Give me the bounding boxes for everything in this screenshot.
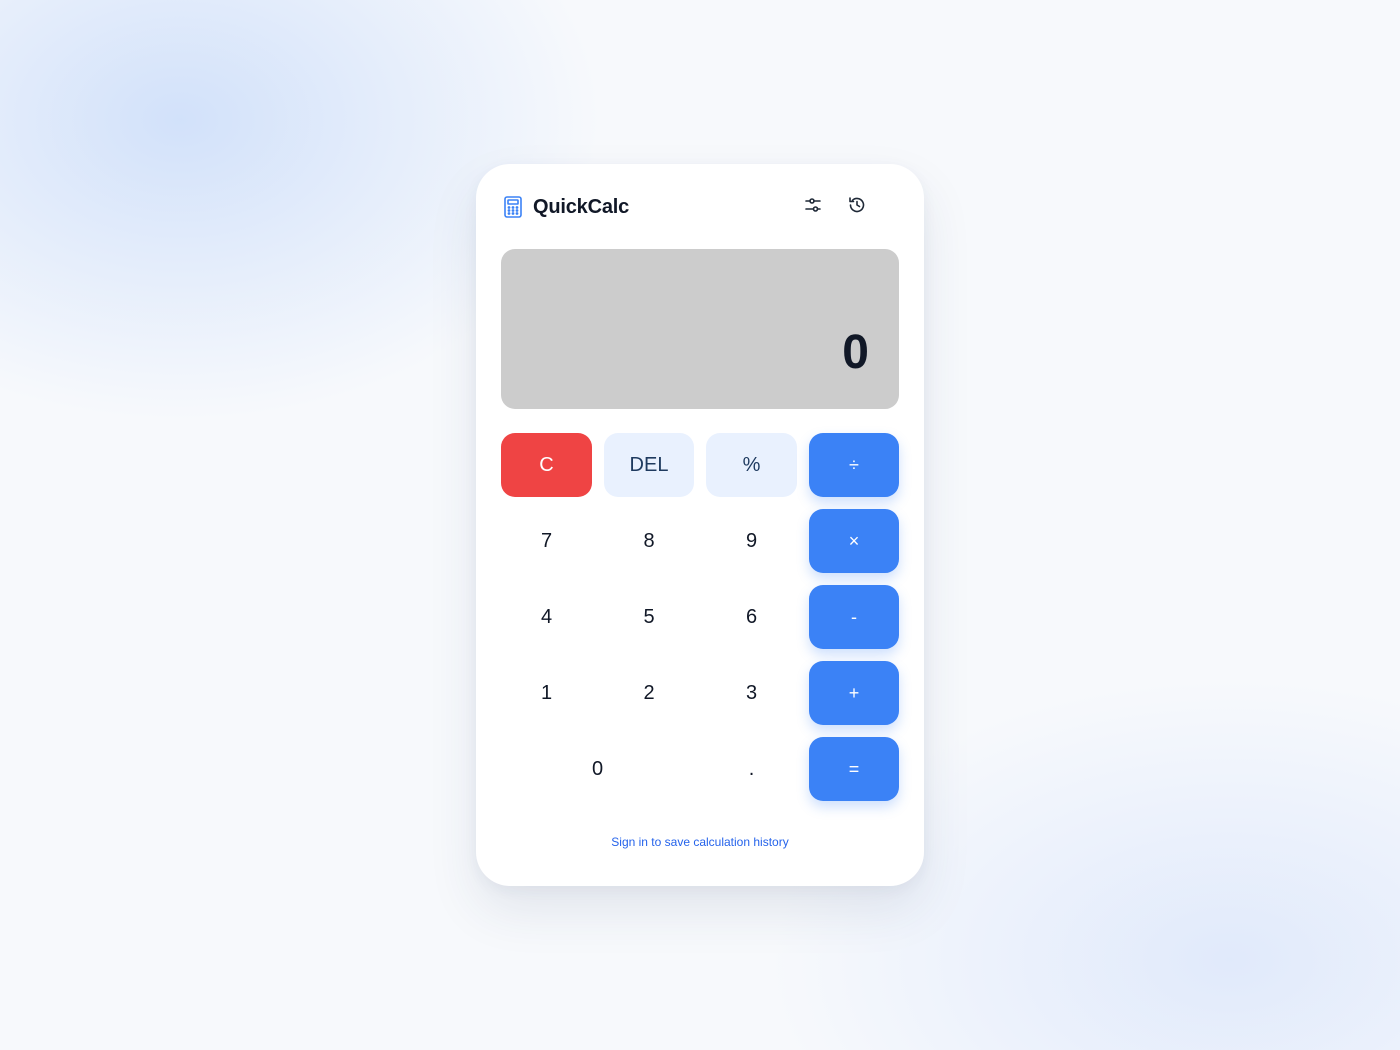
- calculator-icon: [501, 195, 525, 219]
- subtract-button[interactable]: -: [809, 585, 899, 649]
- key-1[interactable]: 1: [501, 661, 592, 725]
- equals-button[interactable]: =: [809, 737, 899, 801]
- clear-button[interactable]: C: [501, 433, 592, 497]
- settings-button[interactable]: [797, 192, 829, 222]
- key-2[interactable]: 2: [604, 661, 694, 725]
- calculator-header: QuickCalc: [501, 192, 899, 222]
- sign-in-link[interactable]: Sign in to save calculation history: [476, 835, 924, 849]
- calculator-card: QuickCalc 0 C DEL % ÷ 7 8 9 × 4 5 6 - 1 …: [476, 164, 924, 886]
- sliders-icon: [803, 195, 823, 220]
- app-title: QuickCalc: [533, 196, 630, 218]
- key-5[interactable]: 5: [604, 585, 694, 649]
- percent-button[interactable]: %: [706, 433, 797, 497]
- key-7[interactable]: 7: [501, 509, 592, 573]
- key-4[interactable]: 4: [501, 585, 592, 649]
- history-icon: [847, 195, 867, 220]
- divide-button[interactable]: ÷: [809, 433, 899, 497]
- multiply-button[interactable]: ×: [809, 509, 899, 573]
- key-8[interactable]: 8: [604, 509, 694, 573]
- delete-button[interactable]: DEL: [604, 433, 694, 497]
- key-3[interactable]: 3: [706, 661, 797, 725]
- key-9[interactable]: 9: [706, 509, 797, 573]
- decimal-button[interactable]: .: [706, 737, 797, 801]
- calculator-display: 0: [501, 249, 899, 409]
- key-0[interactable]: 0: [501, 737, 694, 801]
- key-6[interactable]: 6: [706, 585, 797, 649]
- history-button[interactable]: [841, 192, 873, 222]
- add-button[interactable]: +: [809, 661, 899, 725]
- display-value: 0: [842, 326, 869, 379]
